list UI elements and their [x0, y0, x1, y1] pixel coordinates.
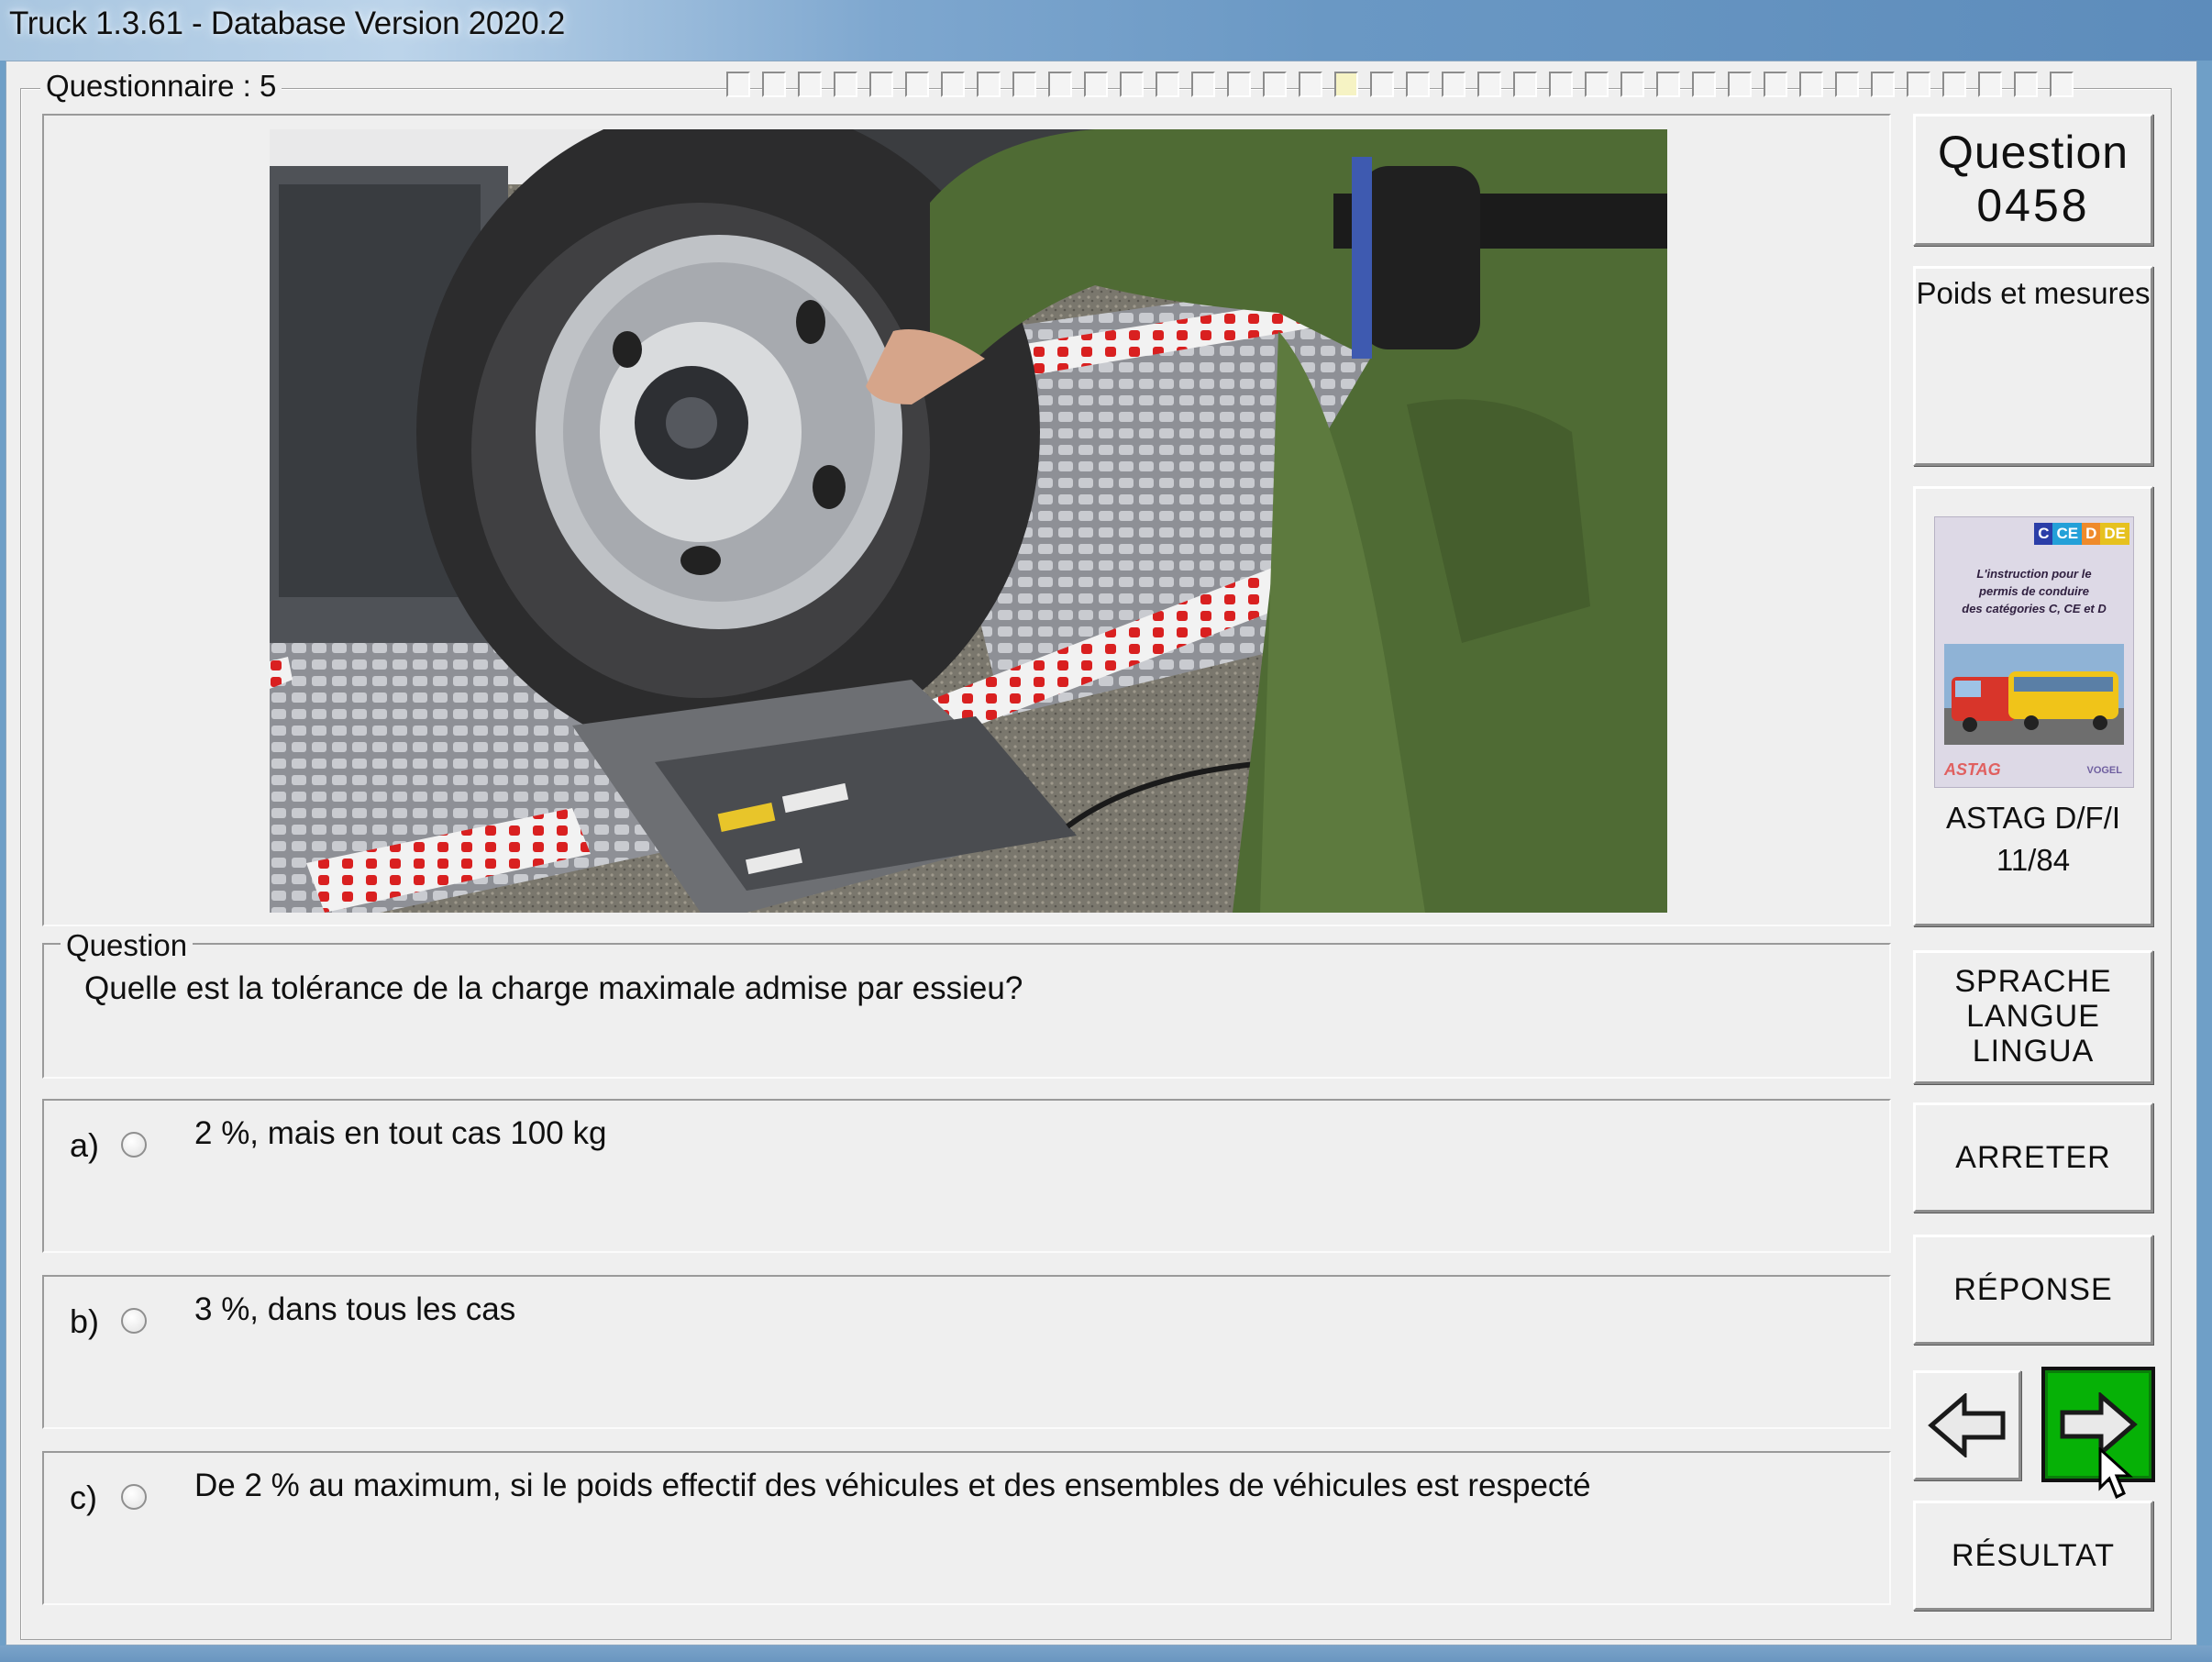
source-pages: 11/84 [1996, 843, 2071, 877]
answer-a-label: a) [70, 1126, 100, 1164]
answer-c[interactable]: c) De 2 % au maximum, si le poids effect… [42, 1451, 1891, 1605]
progress-segment [977, 72, 1001, 97]
progress-segment [1728, 72, 1752, 97]
source-label: ASTAG D/F/I [1945, 801, 2121, 835]
answer-b-radio[interactable] [121, 1308, 147, 1334]
question-photo [270, 129, 1667, 913]
progress-segment [1549, 72, 1573, 97]
cover-text-line: L'instruction pour le [1976, 567, 2092, 581]
cover-text: L'instruction pour le permis de conduire… [1935, 565, 2133, 617]
answer-a[interactable]: a) 2 %, mais en tout cas 100 kg [42, 1099, 1891, 1253]
progress-segment [1299, 72, 1322, 97]
category-label: Poids et mesures [1916, 276, 2151, 310]
progress-segment [726, 72, 750, 97]
category-box: Poids et mesures [1913, 266, 2153, 466]
progress-segment [1656, 72, 1680, 97]
progress-segment [1799, 72, 1823, 97]
progress-segment [941, 72, 965, 97]
progress-segment [1764, 72, 1787, 97]
questionnaire-label: Questionnaire : 5 [40, 69, 282, 104]
previous-question-button[interactable] [1913, 1370, 2021, 1480]
progress-segment [1835, 72, 1859, 97]
progress-segment [762, 72, 786, 97]
progress-segment [2014, 72, 2038, 97]
arrow-left-icon [1928, 1393, 2006, 1457]
answer-button-label: RÉPONSE [1953, 1272, 2113, 1307]
language-button-label: SPRACHE LANGUE LINGUA [1916, 964, 2151, 1069]
language-label-fr: LANGUE [1966, 999, 2100, 1034]
answer-b[interactable]: b) 3 %, dans tous les cas [42, 1275, 1891, 1429]
answer-a-text: 2 %, mais en tout cas 100 kg [194, 1115, 607, 1151]
cover-tag-de: DE [2100, 523, 2129, 545]
progress-segment [1907, 72, 1930, 97]
source-book-box: C CE D DE L'instruction pour le permis d… [1913, 486, 2153, 926]
progress-segment [905, 72, 929, 97]
cover-vehicles-image [1944, 644, 2124, 745]
progress-segment [1191, 72, 1215, 97]
question-legend: Question [61, 928, 194, 963]
progress-segment [1442, 72, 1465, 97]
progress-segment [1477, 72, 1501, 97]
progress-segment [1871, 72, 1895, 97]
progress-segment [1585, 72, 1609, 97]
question-number-box: Question 0458 [1913, 114, 2153, 246]
progress-segment [1406, 72, 1430, 97]
book-cover-image: C CE D DE L'instruction pour le permis d… [1934, 516, 2134, 788]
answer-a-radio[interactable] [121, 1132, 147, 1158]
result-button-label: RÉSULTAT [1951, 1538, 2116, 1573]
question-frame [42, 943, 1891, 1079]
cover-logo-astag: ASTAG [1944, 760, 2001, 779]
cover-logo-vogel: VOGEL [2086, 765, 2122, 776]
window-title: Truck 1.3.61 - Database Version 2020.2 [9, 6, 566, 41]
result-button[interactable]: RÉSULTAT [1913, 1501, 2153, 1611]
language-button[interactable]: SPRACHE LANGUE LINGUA [1913, 950, 2153, 1084]
answer-b-label: b) [70, 1302, 100, 1340]
progress-segment [2050, 72, 2074, 97]
mouse-cursor-icon [2098, 1447, 2133, 1500]
cover-tag-ce: CE [2052, 523, 2083, 545]
title-bar: Truck 1.3.61 - Database Version 2020.2 [0, 0, 2212, 61]
progress-segment [1334, 72, 1358, 97]
progress-segment [798, 72, 822, 97]
answer-c-text: De 2 % au maximum, si le poids effectif … [194, 1468, 1591, 1503]
progress-segment [834, 72, 857, 97]
question-text: Quelle est la tolérance de la charge max… [84, 970, 1023, 1006]
progress-segment [1120, 72, 1144, 97]
question-number-label: Question [1937, 127, 2129, 178]
progress-segment [1263, 72, 1287, 97]
progress-segment [1048, 72, 1072, 97]
question-number-value: 0458 [1976, 180, 2090, 231]
window-bottom-border [0, 1645, 2212, 1662]
progress-segment [1156, 72, 1179, 97]
cover-tag-d: D [2082, 523, 2101, 545]
progress-segment [869, 72, 893, 97]
answer-c-radio[interactable] [121, 1484, 147, 1510]
cover-text-line: permis de conduire [1979, 584, 2089, 598]
progress-segment [1692, 72, 1716, 97]
progress-segment [1227, 72, 1251, 97]
progress-segment [1084, 72, 1108, 97]
progress-segment [1620, 72, 1644, 97]
answer-c-label: c) [70, 1479, 97, 1516]
progress-segment [1978, 72, 2002, 97]
cover-tag-c: C [2034, 523, 2053, 545]
language-label-de: SPRACHE [1954, 964, 2112, 999]
progress-segment [1370, 72, 1394, 97]
cover-text-line: des catégories C, CE et D [1962, 602, 2107, 615]
progress-segment [1012, 72, 1036, 97]
stop-button-label: ARRETER [1955, 1140, 2111, 1175]
stop-button[interactable]: ARRETER [1913, 1102, 2153, 1213]
progress-segment [1513, 72, 1537, 97]
answer-button[interactable]: RÉPONSE [1913, 1235, 2153, 1345]
question-progress-bar [726, 72, 2085, 101]
progress-segment [1942, 72, 1966, 97]
language-label-it: LINGUA [1972, 1034, 2095, 1069]
answer-b-text: 3 %, dans tous les cas [194, 1291, 516, 1327]
